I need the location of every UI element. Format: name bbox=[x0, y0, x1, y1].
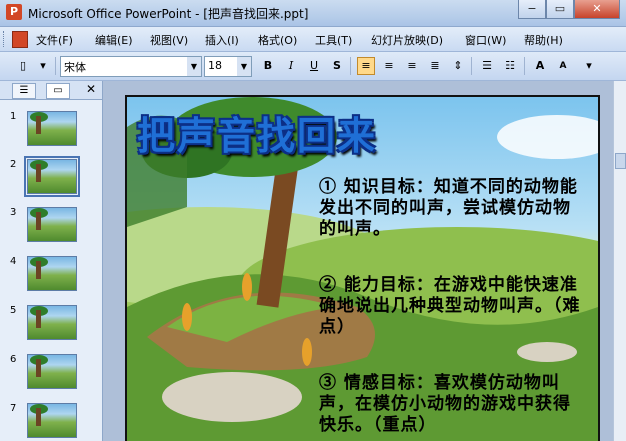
slide-number: 2 bbox=[10, 159, 17, 170]
menu-slideshow[interactable]: 幻灯片放映(D) bbox=[371, 32, 443, 48]
window-controls: − ▭ ✕ bbox=[518, 0, 620, 19]
menu-format[interactable]: 格式(O) bbox=[258, 32, 297, 48]
font-name-value: 宋体 bbox=[64, 61, 86, 74]
slide-number: 4 bbox=[10, 256, 17, 267]
justify-icon[interactable]: ≣ bbox=[426, 57, 444, 75]
font-size-value: 18 bbox=[208, 59, 222, 72]
align-center-icon[interactable]: ≡ bbox=[380, 57, 398, 75]
slide-thumbnail[interactable] bbox=[27, 207, 77, 242]
objective-ability[interactable]: ② 能力目标：在游戏中能快速准确地说出几种典型动物叫声。（难点） bbox=[319, 275, 581, 338]
toolbar-divider bbox=[471, 57, 472, 75]
increase-font-icon[interactable]: A bbox=[531, 57, 549, 75]
text-direction-icon[interactable]: ⇕ bbox=[449, 57, 467, 75]
menu-grip-icon[interactable] bbox=[3, 31, 7, 47]
powerpoint-app-icon[interactable]: P bbox=[6, 4, 22, 20]
align-right-icon[interactable]: ≡ bbox=[403, 57, 421, 75]
slide-number: 7 bbox=[10, 403, 17, 414]
slide-thumbnail-selected[interactable] bbox=[24, 156, 80, 197]
menu-edit[interactable]: 编辑(E) bbox=[95, 32, 133, 48]
toolbar-divider bbox=[350, 57, 351, 75]
minimize-button[interactable]: − bbox=[518, 0, 546, 19]
objective-knowledge[interactable]: ① 知识目标：知道不同的动物能发出不同的叫声，尝试模仿动物的叫声。 bbox=[319, 177, 581, 240]
font-size-select[interactable]: 18 ▼ bbox=[204, 56, 252, 77]
dropdown-arrow-icon[interactable]: ▾ bbox=[34, 57, 52, 75]
slide-thumbnail[interactable] bbox=[27, 256, 77, 291]
maximize-button[interactable]: ▭ bbox=[546, 0, 574, 19]
vertical-scrollbar[interactable] bbox=[613, 81, 626, 441]
window-title: Microsoft Office PowerPoint - [把声音找回来.pp… bbox=[28, 7, 309, 21]
shadow-icon[interactable]: S bbox=[328, 57, 346, 75]
slide-number: 1 bbox=[10, 111, 17, 122]
underline-icon[interactable]: U bbox=[305, 57, 323, 75]
menu-help[interactable]: 帮助(H) bbox=[524, 32, 563, 48]
slide-number: 5 bbox=[10, 305, 17, 316]
close-button[interactable]: ✕ bbox=[574, 0, 620, 19]
menu-tools[interactable]: 工具(T) bbox=[315, 32, 352, 48]
objective-emotion[interactable]: ③ 情感目标：喜欢模仿动物叫声，在模仿小动物的游戏中获得快乐。（重点） bbox=[319, 373, 581, 436]
chevron-down-icon[interactable]: ▼ bbox=[237, 57, 251, 76]
align-left-icon[interactable]: ≡ bbox=[357, 57, 375, 75]
numbering-icon[interactable]: ☰ bbox=[478, 57, 496, 75]
slide-canvas[interactable]: 把声音找回来 ① 知识目标：知道不同的动物能发出不同的叫声，尝试模仿动物的叫声。… bbox=[125, 95, 600, 441]
menu-file[interactable]: 文件(F) bbox=[36, 32, 73, 48]
slide-thumbnail[interactable] bbox=[27, 403, 77, 438]
title-bar: P Microsoft Office PowerPoint - [把声音找回来.… bbox=[0, 0, 626, 27]
bold-icon[interactable]: B bbox=[259, 57, 277, 75]
slides-tab-icon[interactable]: ▭ bbox=[46, 83, 70, 99]
menu-view[interactable]: 视图(V) bbox=[150, 32, 188, 48]
chevron-down-icon[interactable]: ▼ bbox=[187, 57, 201, 76]
toolbar-options-icon[interactable]: ▾ bbox=[580, 57, 598, 75]
slide-thumbnail[interactable] bbox=[27, 354, 77, 389]
italic-icon[interactable]: I bbox=[282, 57, 300, 75]
menu-insert[interactable]: 插入(I) bbox=[205, 32, 239, 48]
menu-bar: 文件(F) 编辑(E) 视图(V) 插入(I) 格式(O) 工具(T) 幻灯片放… bbox=[0, 27, 626, 52]
formatting-toolbar: ▯ ▾ 宋体 ▼ 18 ▼ B I U S ≡ ≡ ≡ ≣ ⇕ ☰ ☷ A A … bbox=[0, 52, 626, 81]
slide-workspace: 把声音找回来 ① 知识目标：知道不同的动物能发出不同的叫声，尝试模仿动物的叫声。… bbox=[103, 81, 626, 441]
scrollbar-thumb[interactable] bbox=[615, 153, 626, 169]
toolbar-divider bbox=[524, 57, 525, 75]
document-icon[interactable] bbox=[12, 31, 28, 48]
slide-number: 6 bbox=[10, 354, 17, 365]
slide-thumbnail[interactable] bbox=[27, 111, 77, 146]
new-slide-icon[interactable]: ▯ bbox=[14, 57, 32, 75]
menu-window[interactable]: 窗口(W) bbox=[465, 32, 506, 48]
decrease-font-icon[interactable]: A bbox=[554, 57, 572, 75]
font-name-select[interactable]: 宋体 ▼ bbox=[60, 56, 202, 77]
toolbar-divider bbox=[55, 57, 56, 75]
slide-title[interactable]: 把声音找回来 bbox=[137, 105, 377, 160]
slide-thumbnail[interactable] bbox=[27, 305, 77, 340]
panel-tabs: ☰ ▭ ✕ bbox=[0, 81, 102, 100]
bullets-icon[interactable]: ☷ bbox=[501, 57, 519, 75]
slide-number: 3 bbox=[10, 207, 17, 218]
slides-panel: ☰ ▭ ✕ 1 2 3 4 5 6 7 bbox=[0, 81, 103, 441]
close-icon[interactable]: ✕ bbox=[86, 82, 96, 96]
outline-tab-icon[interactable]: ☰ bbox=[12, 83, 36, 99]
